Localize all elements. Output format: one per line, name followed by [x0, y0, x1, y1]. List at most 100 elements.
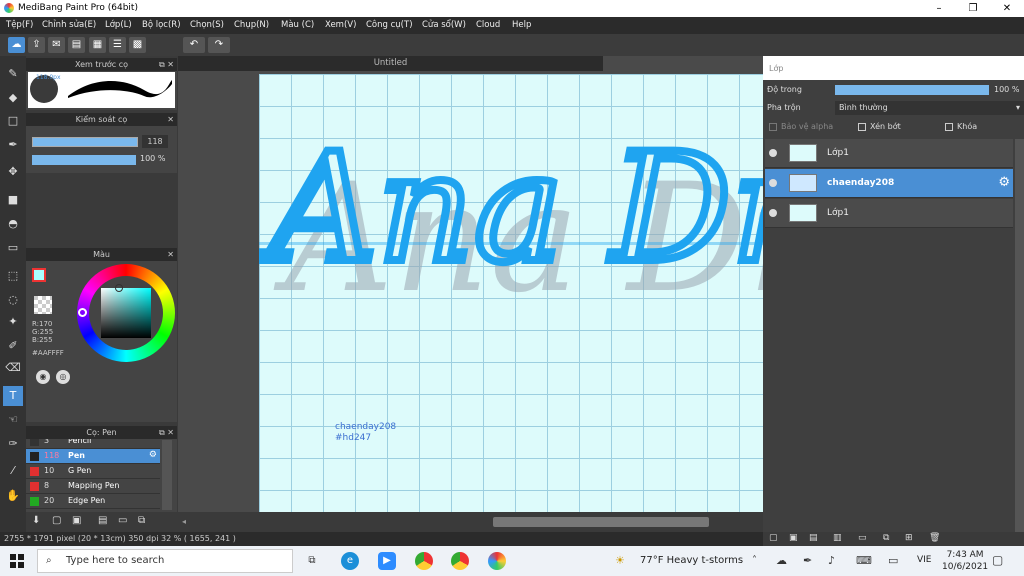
- magic-wand-icon[interactable]: ✦: [3, 312, 23, 332]
- folder-icon[interactable]: ▭: [118, 515, 127, 526]
- clock[interactable]: 7:43 AM 10/6/2021: [942, 549, 988, 573]
- gear-icon[interactable]: ⚙: [998, 175, 1010, 190]
- menu-window[interactable]: Cửa sổ(W): [422, 20, 466, 30]
- lock-checkbox[interactable]: [945, 123, 953, 131]
- opacity-slider[interactable]: [835, 85, 989, 95]
- folder-icon[interactable]: ▭: [858, 533, 867, 543]
- pen-tool-icon[interactable]: ✒: [3, 135, 23, 155]
- close-icon[interactable]: ⧉ ✕: [159, 426, 174, 439]
- horizontal-scrollbar[interactable]: ◂: [178, 512, 763, 532]
- saturation-value-square[interactable]: [101, 288, 151, 338]
- edge-icon[interactable]: e: [341, 552, 359, 570]
- palette-add-icon[interactable]: ◎: [56, 370, 70, 384]
- menu-help[interactable]: Help: [512, 20, 531, 30]
- menu-tools[interactable]: Công cụ(T): [366, 20, 413, 30]
- layer-row-selected[interactable]: chaenday208 ⚙: [765, 169, 1013, 198]
- protect-alpha-checkbox[interactable]: [769, 123, 777, 131]
- gear-icon[interactable]: ⚙: [149, 450, 157, 460]
- page-icon[interactable]: ▦: [89, 37, 106, 53]
- task-view-icon[interactable]: ⧉: [303, 552, 321, 570]
- palette-icon[interactable]: ◉: [36, 370, 50, 384]
- list-icon[interactable]: ☰: [109, 37, 126, 53]
- zoom-icon[interactable]: ▶: [378, 552, 396, 570]
- brush-list-item[interactable]: 118 Pen ⚙: [26, 449, 160, 464]
- hue-cursor[interactable]: [78, 308, 87, 317]
- lasso-tool-icon[interactable]: ◌: [3, 290, 23, 310]
- brush-list-item[interactable]: 8 Mapping Pen: [26, 479, 160, 494]
- brush-size-slider[interactable]: [32, 137, 138, 147]
- menu-file[interactable]: Tệp(F): [6, 20, 33, 30]
- pen-icon[interactable]: ✒: [803, 554, 812, 567]
- close-icon[interactable]: ⧉ ✕: [159, 58, 174, 71]
- copy-icon[interactable]: ⧉: [138, 515, 145, 526]
- hand-tool-icon[interactable]: ✋: [3, 486, 23, 506]
- comment-icon[interactable]: ✉: [48, 37, 65, 53]
- layer-row[interactable]: Lớp1: [765, 139, 1013, 168]
- move-tool-icon[interactable]: ✥: [3, 162, 23, 182]
- cloud-icon[interactable]: ☁: [8, 37, 25, 53]
- add-layer-menu-icon[interactable]: ▥: [833, 533, 842, 543]
- redo-icon[interactable]: ↷: [208, 37, 230, 53]
- cloud-download-icon[interactable]: ⬇: [32, 515, 40, 526]
- brush-opacity-slider[interactable]: [32, 155, 136, 165]
- canvas-tab[interactable]: Untitled: [178, 56, 603, 71]
- layer-row[interactable]: Lớp1: [765, 199, 1013, 228]
- brush-settings-icon[interactable]: ▤: [98, 515, 107, 526]
- display-icon[interactable]: ▭: [888, 554, 898, 567]
- close-icon[interactable]: ✕: [167, 248, 174, 261]
- trash-icon[interactable]: 🗑: [929, 533, 940, 543]
- brush-list-scrollbar[interactable]: [162, 440, 172, 510]
- menu-capture[interactable]: Chụp(N): [234, 20, 269, 30]
- visibility-icon[interactable]: [769, 209, 777, 217]
- language-indicator[interactable]: VIE: [917, 555, 932, 565]
- transparent-swatch[interactable]: [34, 296, 52, 314]
- dropper-tool-icon[interactable]: ✑: [3, 434, 23, 454]
- primary-color-swatch[interactable]: [32, 268, 46, 282]
- menu-layer[interactable]: Lớp(L): [105, 20, 132, 30]
- paper[interactable]: Ana Dr Ana Dr chaenday208 #hd247: [259, 74, 763, 512]
- visibility-icon[interactable]: [769, 179, 777, 187]
- sound-icon[interactable]: ♪: [828, 554, 835, 567]
- undo-icon[interactable]: ↶: [183, 37, 205, 53]
- minimize-button[interactable]: –: [922, 0, 956, 17]
- menu-view[interactable]: Xem(V): [325, 20, 356, 30]
- menu-edit[interactable]: Chỉnh sửa(E): [42, 20, 96, 30]
- scroll-thumb[interactable]: [493, 517, 709, 527]
- add-brush-icon[interactable]: ▣: [72, 515, 81, 526]
- bucket-tool-icon[interactable]: ◓: [3, 214, 23, 234]
- brush-list-item[interactable]: 20 Edge Pen: [26, 494, 160, 509]
- document-icon[interactable]: ▤: [68, 37, 85, 53]
- new-brush-icon[interactable]: ▢: [52, 515, 61, 526]
- brush-size-value[interactable]: 118: [142, 135, 168, 148]
- sv-cursor[interactable]: [115, 284, 123, 292]
- merge-icon[interactable]: ⊞: [905, 533, 913, 543]
- chrome-icon[interactable]: [415, 552, 433, 570]
- menu-cloud[interactable]: Cloud: [476, 20, 500, 30]
- duplicate-layer-icon[interactable]: ▤: [809, 533, 818, 543]
- gradient-tool-icon[interactable]: ▭: [3, 238, 23, 258]
- menu-filter[interactable]: Bộ lọc(R): [142, 20, 181, 30]
- eraser-tool-icon[interactable]: ◆: [3, 88, 23, 108]
- close-button[interactable]: ✕: [990, 0, 1024, 17]
- onedrive-icon[interactable]: ☁: [776, 554, 787, 567]
- clipping-checkbox[interactable]: [858, 123, 866, 131]
- new-layer-icon[interactable]: ▢: [769, 533, 778, 543]
- copy-icon[interactable]: ⧉: [883, 533, 889, 543]
- weather-text[interactable]: 77°F Heavy t-storms: [640, 555, 743, 566]
- rect-tool-icon[interactable]: □: [3, 111, 23, 131]
- eyedropper-icon[interactable]: ⁄: [3, 461, 23, 481]
- brush-list-item[interactable]: 3 Pencil: [26, 439, 160, 449]
- notification-icon[interactable]: ▢: [992, 553, 1003, 567]
- close-icon[interactable]: ✕: [167, 113, 174, 126]
- show-hidden-icons[interactable]: ˄: [752, 555, 757, 566]
- layer-scrollbar[interactable]: [1015, 139, 1024, 532]
- select-eraser-icon[interactable]: ⌫: [3, 358, 23, 378]
- fill-rect-icon[interactable]: ■: [3, 190, 23, 210]
- scroll-left-icon[interactable]: ◂: [182, 517, 186, 526]
- new-halftone-layer-icon[interactable]: ▣: [789, 533, 798, 543]
- select-pen-icon[interactable]: ✐: [3, 336, 23, 356]
- chrome-icon-2[interactable]: [451, 552, 469, 570]
- windows-start-icon[interactable]: [10, 554, 24, 568]
- medibang-icon[interactable]: [488, 552, 506, 570]
- maximize-button[interactable]: ❐: [956, 0, 990, 17]
